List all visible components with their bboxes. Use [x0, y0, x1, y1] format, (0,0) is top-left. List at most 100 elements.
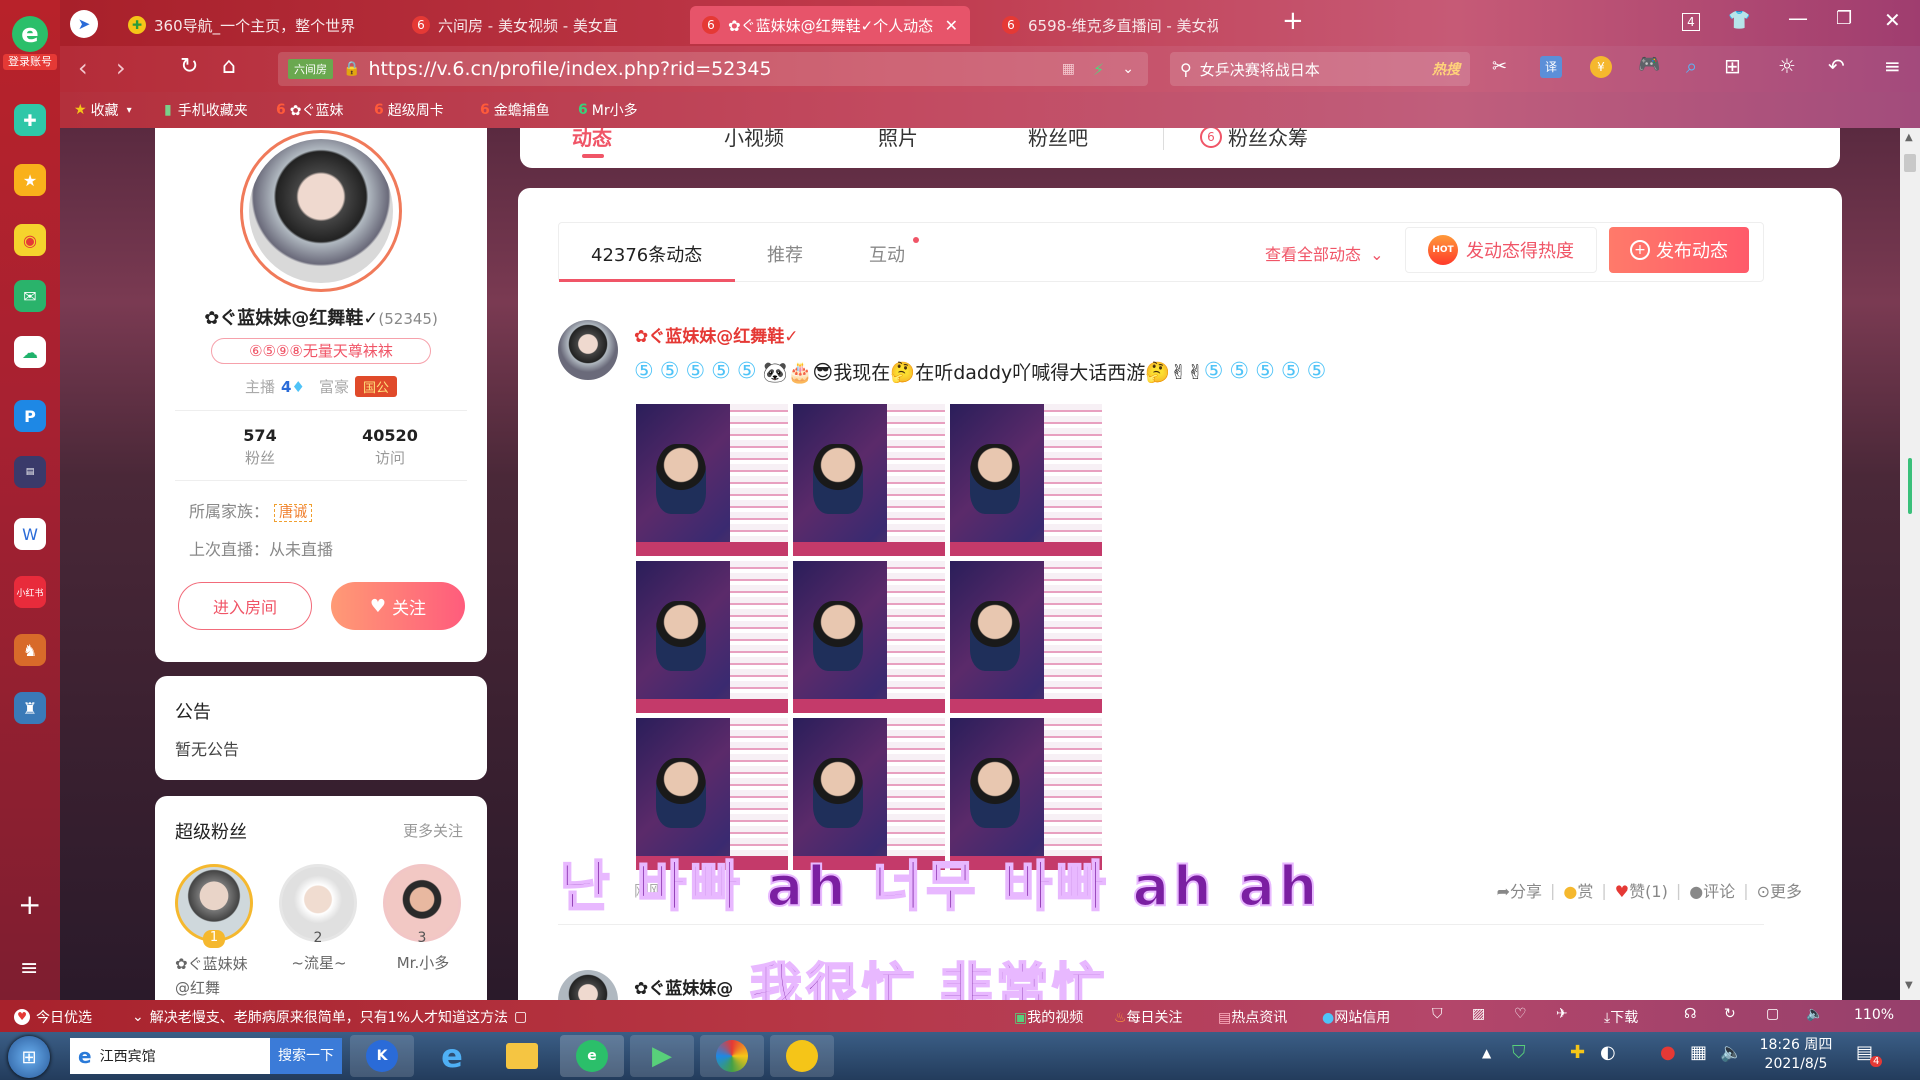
taskbar-search-text[interactable]: 江西宾馆 — [100, 1046, 156, 1066]
minimize-icon[interactable]: — — [1788, 6, 1808, 30]
url-box[interactable]: 六间房 🔒 https://v.6.cn/profile/index.php?r… — [278, 52, 1148, 86]
close-window-icon[interactable]: ✕ — [1884, 8, 1901, 32]
post-image[interactable] — [950, 404, 1102, 556]
coin-icon[interactable]: ¥ — [1590, 56, 1612, 78]
tray-security-icon[interactable]: ⛉ — [1512, 1042, 1526, 1063]
back-icon[interactable]: ‹ — [78, 54, 88, 82]
notification-center[interactable]: ▤ 4 — [1856, 1042, 1883, 1067]
chevron-down-icon[interactable]: ⌄ — [1122, 61, 1134, 77]
post-image[interactable] — [636, 404, 788, 556]
hot-button[interactable]: HOT 发动态得热度 — [1405, 227, 1597, 273]
sidebar-menu-icon[interactable]: ≡ — [20, 956, 38, 981]
search-box[interactable]: ⚲ 女乒决赛将战日本 热搜 — [1170, 52, 1470, 86]
tray-volume-icon[interactable]: 🔈 — [1720, 1042, 1742, 1063]
browser-logo[interactable]: e — [12, 16, 48, 52]
post-image[interactable] — [636, 561, 788, 713]
zoom-search-icon[interactable]: ⌕ — [1686, 54, 1697, 78]
taskbar-chat[interactable] — [770, 1035, 834, 1077]
doc-icon[interactable]: W — [14, 518, 46, 550]
add-sidebar-button[interactable]: + — [18, 888, 41, 921]
grid-icon[interactable]: ⊞ — [1724, 54, 1741, 78]
start-button[interactable]: ⊞ — [8, 1036, 50, 1078]
today-picks[interactable]: ♥ 今日优选 — [14, 1007, 92, 1027]
image-icon[interactable]: ▨ — [1472, 1006, 1485, 1022]
follow-button[interactable]: ♥ 关注 — [331, 582, 465, 630]
restore-icon[interactable]: ❐ — [1836, 8, 1852, 29]
game2-icon[interactable]: ♜ — [14, 692, 46, 724]
taskbar-ie[interactable]: e — [420, 1035, 484, 1077]
post-button[interactable]: + 发布动态 — [1609, 227, 1749, 273]
scroll-down-icon[interactable]: ▼ — [1905, 980, 1913, 991]
rocket-icon[interactable]: ✈ — [1556, 1006, 1568, 1022]
tab-crowdfund[interactable]: 6 粉丝众筹 — [1200, 128, 1308, 151]
side-handle[interactable] — [1908, 458, 1912, 514]
bookmark-lanmeimei[interactable]: 6 ✿ぐ蓝妹 — [276, 100, 343, 120]
brightness-icon[interactable]: ☼ — [1778, 54, 1796, 78]
cloud-icon[interactable]: ☁ — [14, 336, 46, 368]
tab-photos[interactable]: 照片 — [878, 128, 918, 151]
status-hot-news[interactable]: ▤热点资讯 — [1218, 1007, 1287, 1027]
scissors-icon[interactable]: ✂ — [1492, 56, 1507, 77]
feed-tab-recommend[interactable]: 推荐 — [767, 241, 803, 267]
bookmark-favorites[interactable]: ★ 收藏 ▾ — [74, 100, 132, 120]
post-author[interactable]: ✿ぐ蓝妹妹@红舞鞋✓ — [634, 322, 799, 347]
refresh-icon[interactable]: ↻ — [180, 54, 198, 79]
like-button[interactable]: ♥赞(1) — [1615, 878, 1668, 902]
tab-360nav[interactable]: ✚ 360导航_一个主页，整个世界 — [116, 6, 356, 44]
comment-button[interactable]: ●评论 — [1689, 878, 1735, 902]
post-avatar[interactable] — [558, 320, 618, 380]
bookmark-mrxiaoduo[interactable]: 6 Mr小多 — [578, 100, 638, 120]
taskbar-search-button[interactable]: 搜索一下 — [270, 1038, 342, 1074]
tray-up-arrow-icon[interactable]: ▲ — [1482, 1046, 1491, 1060]
fan-name-1[interactable]: ✿ぐ蓝妹妹@红舞 — [175, 952, 255, 1000]
tab-fan-bar[interactable]: 粉丝吧 — [1028, 128, 1088, 151]
p-app-icon[interactable]: P — [14, 400, 46, 432]
view-all-dropdown[interactable]: 查看全部动态 ⌄ — [1265, 241, 1384, 265]
tray-ball-icon[interactable]: ◐ — [1600, 1042, 1616, 1063]
tab-count-badge[interactable]: 4 — [1682, 13, 1700, 31]
fan-name-2[interactable]: ~流星~ — [279, 952, 359, 973]
close-tab-icon[interactable]: ✕ — [945, 16, 958, 35]
taskbar-player[interactable]: ▶ — [630, 1035, 694, 1077]
game-icon[interactable]: ♞ — [14, 634, 46, 666]
undo-icon[interactable]: ↶ — [1828, 54, 1845, 78]
shield-icon[interactable]: ⛉ — [1432, 1006, 1443, 1022]
post-image[interactable] — [793, 561, 945, 713]
more-button[interactable]: ⊙更多 — [1757, 878, 1802, 902]
volume-icon[interactable]: 🔈 — [1806, 1006, 1823, 1022]
new-tab-button[interactable]: + — [1282, 6, 1304, 36]
reward-button[interactable]: ●赏 — [1563, 878, 1593, 902]
family-badge[interactable]: 唐诚 — [274, 504, 313, 522]
tab-short-video[interactable]: 小视频 — [724, 128, 784, 151]
tray-360-icon[interactable]: ✚ — [1570, 1042, 1585, 1063]
menu-icon[interactable]: ≡ — [1884, 54, 1901, 78]
taskbar-k-app[interactable]: K — [350, 1035, 414, 1077]
post-image[interactable] — [793, 404, 945, 556]
status-site-credit[interactable]: ●网站信用 — [1322, 1007, 1390, 1027]
flash-icon[interactable]: ⚡ — [1093, 60, 1104, 79]
window-icon[interactable]: ▢ — [1766, 1006, 1779, 1022]
post-image[interactable] — [950, 561, 1102, 713]
status-my-video[interactable]: ▣我的视频 — [1014, 1007, 1083, 1027]
feed-tab-interact[interactable]: 互动 — [869, 241, 905, 267]
news-ticker[interactable]: ⌄ 解决老慢支、老肺病原来很简单，只有1%人才知道这方法 ▢ — [132, 1007, 527, 1027]
news-icon[interactable]: ▤ — [14, 456, 46, 488]
status-download[interactable]: ⤓下载 — [1604, 1007, 1638, 1027]
plus-cross-icon[interactable]: ✚ — [14, 104, 46, 136]
tab-room-6598[interactable]: 6 6598-维克多直播间 - 美女视 — [990, 6, 1260, 44]
more-follow-link[interactable]: 更多关注 — [403, 820, 463, 841]
tab-profile[interactable]: 6 ✿ぐ蓝妹妹@红舞鞋✓个人动态 ✕ — [690, 6, 970, 44]
mail-icon[interactable]: ✉ — [14, 280, 46, 312]
shirt-icon[interactable]: 👕 — [1728, 10, 1750, 31]
tray-qq-icon[interactable]: ● — [1660, 1042, 1676, 1063]
heart-outline-icon[interactable]: ♡ — [1514, 1006, 1527, 1022]
scroll-thumb[interactable] — [1904, 154, 1916, 172]
taskbar-explorer[interactable] — [490, 1035, 554, 1077]
translate-icon[interactable]: 译 — [1540, 56, 1562, 78]
feed-tab-all[interactable]: 42376条动态 — [591, 241, 702, 267]
weibo-icon[interactable]: ◉ — [14, 224, 46, 256]
bookmark-fishing[interactable]: 6 金蟾捕鱼 — [480, 100, 550, 120]
post2-avatar[interactable] — [558, 970, 618, 1000]
taskbar-360-browser[interactable]: e — [560, 1035, 624, 1077]
url-text[interactable]: https://v.6.cn/profile/index.php?rid=523… — [368, 58, 771, 80]
